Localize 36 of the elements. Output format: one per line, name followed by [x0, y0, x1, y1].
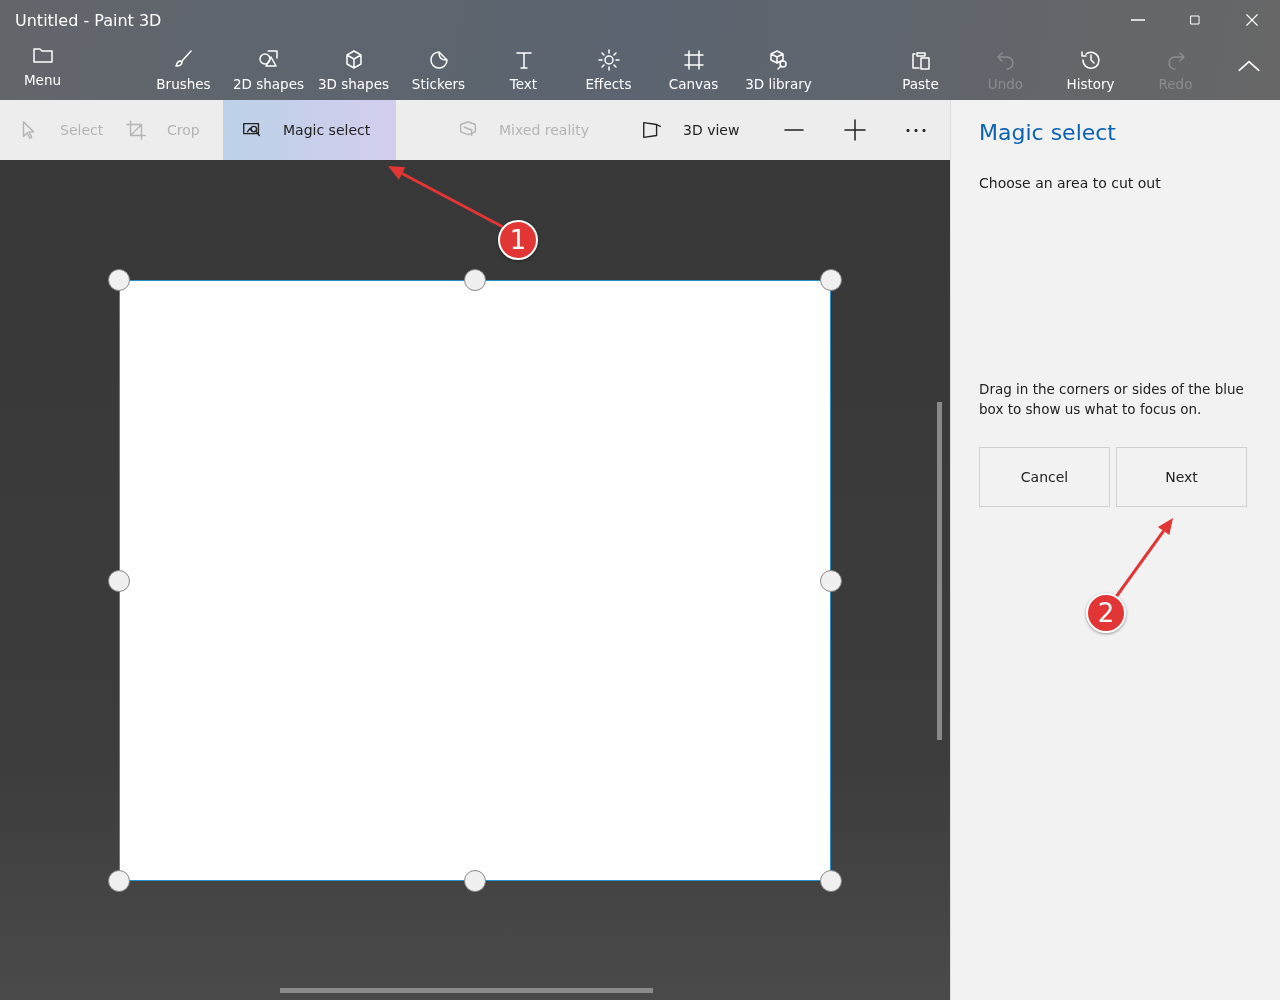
flag-icon	[641, 119, 663, 141]
resize-handle[interactable]	[464, 870, 486, 892]
cancel-button[interactable]: Cancel	[979, 447, 1110, 507]
toolbar-tab[interactable]: Brushes	[141, 40, 226, 100]
horizontal-scrollbar[interactable]	[280, 988, 653, 993]
toolbar-tab[interactable]: Stickers	[396, 40, 481, 100]
toolbar-button[interactable]: Paste	[878, 40, 963, 100]
minimize-icon	[1130, 19, 1145, 21]
resize-handle[interactable]	[108, 569, 130, 592]
menu-button[interactable]: Menu	[0, 40, 85, 100]
tool-button[interactable]: Magic select	[223, 100, 396, 160]
crop-icon	[125, 119, 147, 141]
toolbar-tab[interactable]: 3D shapes	[311, 40, 396, 100]
toolbar-tab[interactable]: Text	[481, 40, 566, 100]
more-icon	[905, 128, 926, 132]
resize-handle[interactable]	[108, 269, 130, 291]
vertical-scrollbar[interactable]	[937, 402, 942, 740]
next-button[interactable]: Next	[1116, 447, 1247, 507]
toolbar-tab[interactable]: Effects	[566, 40, 651, 100]
tool-button[interactable]: 3D view	[623, 100, 763, 160]
instruction-text: Choose an area to cut out	[979, 175, 1162, 191]
sun-icon	[596, 48, 621, 72]
window-title: Untitled - Paint 3D	[14, 10, 163, 30]
toolbar-tab[interactable]: 2D shapes	[226, 40, 311, 100]
toolbar-tab[interactable]: 3D library	[736, 40, 821, 100]
history-icon	[1078, 48, 1103, 72]
resize-handle[interactable]	[820, 269, 842, 291]
panel-title: Magic select	[979, 120, 1117, 145]
toolbar-tab[interactable]: Canvas	[651, 40, 736, 100]
hint-text: Drag in the corners or sides of the blue box to show us what to focus on.	[979, 380, 1245, 419]
resize-handle[interactable]	[820, 870, 842, 892]
zoom-in-icon	[842, 118, 867, 142]
toolbar-button[interactable]: History	[1048, 40, 1133, 100]
resize-handle[interactable]	[108, 870, 130, 892]
resize-handle[interactable]	[464, 269, 486, 291]
canvas-icon	[681, 48, 706, 72]
